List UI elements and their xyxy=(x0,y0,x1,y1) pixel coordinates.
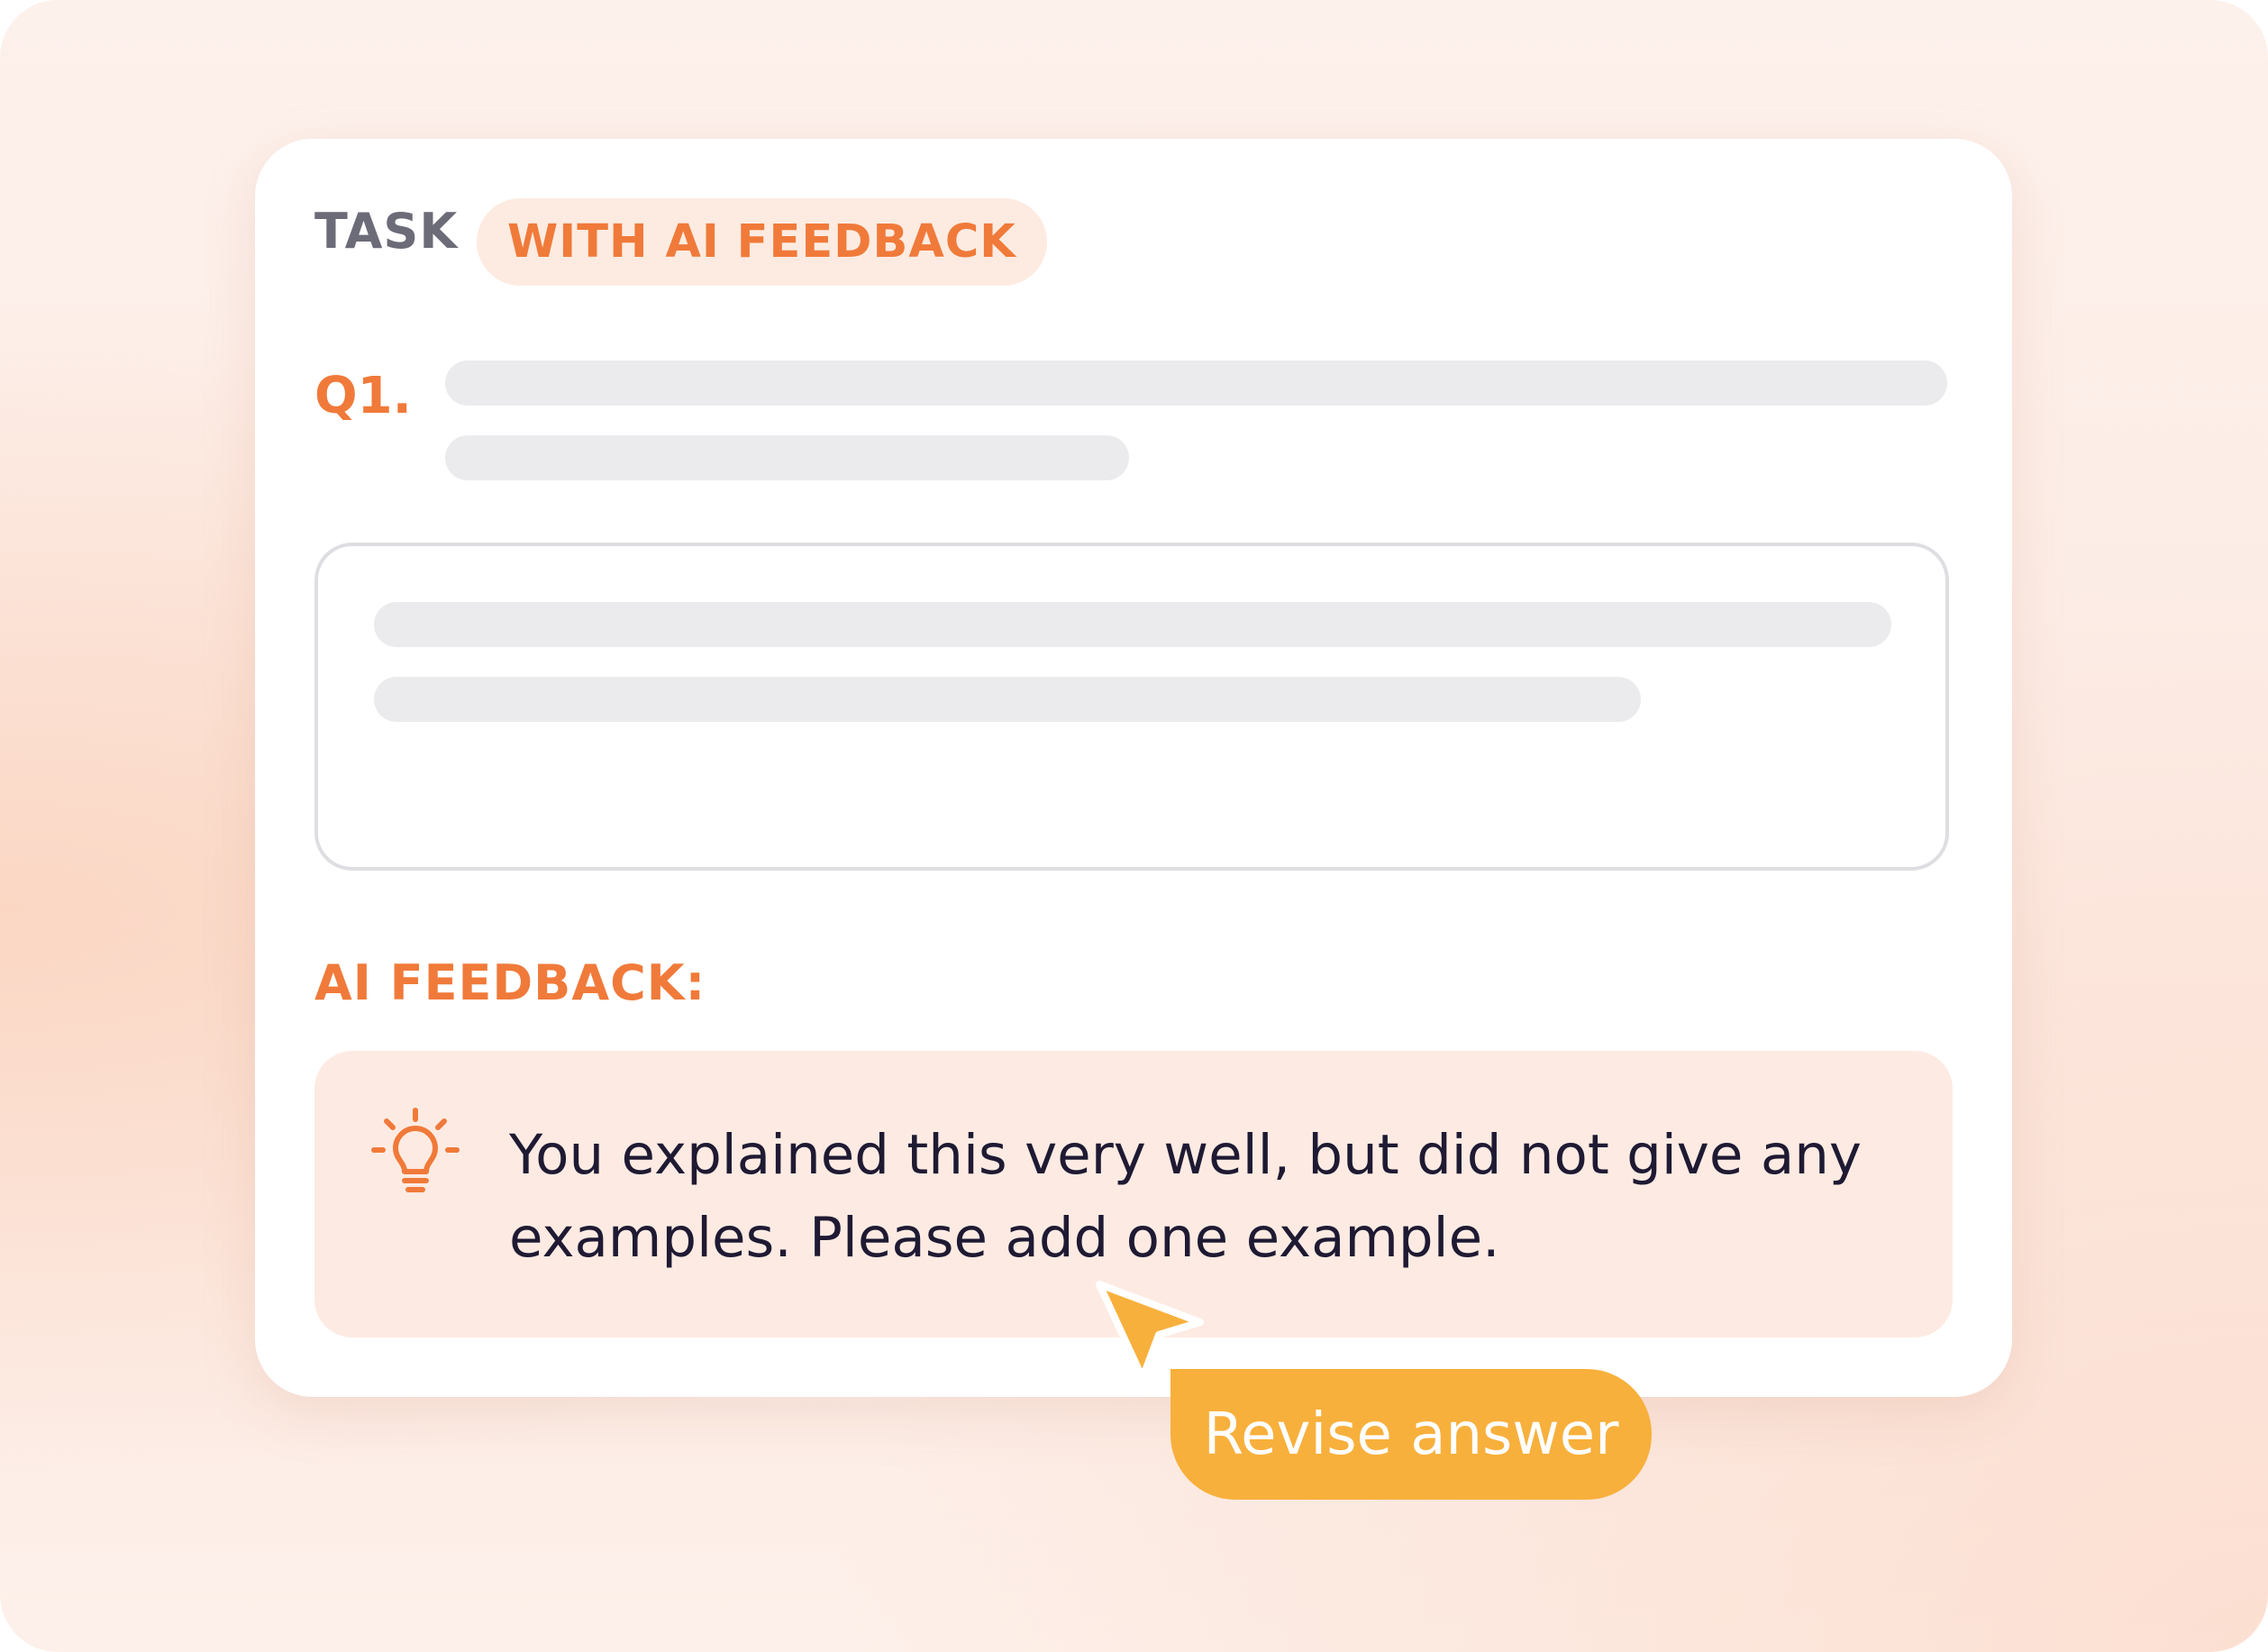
answer-input[interactable] xyxy=(314,543,1949,871)
task-label: TASK xyxy=(314,203,459,260)
ai-feedback-heading: AI FEEDBACK: xyxy=(314,954,706,1011)
question-text-placeholder-line-2 xyxy=(445,435,1129,480)
answer-text-placeholder-line-1 xyxy=(374,602,1891,647)
revise-answer-button[interactable]: Revise answer xyxy=(1170,1369,1652,1500)
question-number: Q1. xyxy=(314,367,412,425)
background-canvas: TASK WITH AI FEEDBACK Q1. AI FEEDBACK: Y… xyxy=(0,0,2268,1652)
question-text-placeholder-line-1 xyxy=(445,361,1947,406)
ai-feedback-badge: WITH AI FEEDBACK xyxy=(477,198,1047,286)
ai-feedback-message: You explained this very well, but did no… xyxy=(509,1123,1862,1270)
task-card: TASK WITH AI FEEDBACK Q1. AI FEEDBACK: Y… xyxy=(255,139,2012,1397)
answer-text-placeholder-line-2 xyxy=(374,677,1641,722)
lightbulb-icon xyxy=(371,1108,460,1192)
